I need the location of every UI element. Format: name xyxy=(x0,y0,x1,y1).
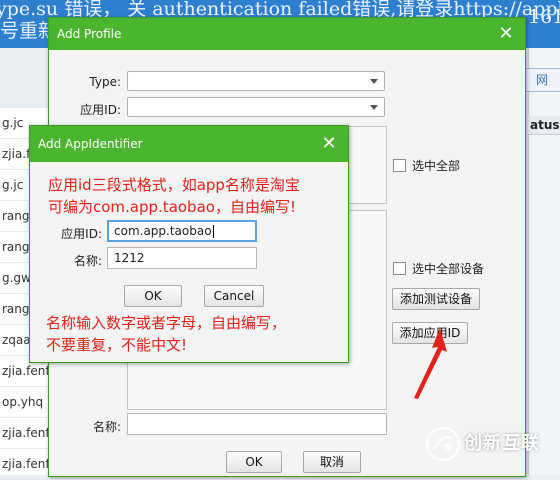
chevron-down-icon xyxy=(370,79,378,84)
identifier-name-label: 名称: xyxy=(73,254,102,268)
checkbox-box[interactable] xyxy=(393,159,406,172)
add-app-identifier-title: Add AppIdentifier xyxy=(38,137,143,151)
watermark-logo: 创新互联 xyxy=(424,422,554,466)
add-app-identifier-title-bar: Add AppIdentifier ✕ xyxy=(30,126,348,162)
list-item[interactable]: zjia.fenfe xyxy=(0,418,48,449)
profile-cancel-button[interactable]: 取消 xyxy=(303,451,361,473)
profile-name-label: 名称: xyxy=(92,420,121,434)
profile-ok-button[interactable]: OK xyxy=(226,451,282,473)
identifier-app-id-label: 应用ID: xyxy=(61,227,102,241)
select-all-devices-checkbox[interactable]: 选中全部设备 xyxy=(393,260,484,277)
banner-text-line3: 1616 xyxy=(528,6,560,28)
red-arrow-icon xyxy=(414,328,447,399)
add-app-identifier-dialog: Add AppIdentifier ✕ 应用id三段式格式，如app名称是淘宝 … xyxy=(29,125,349,363)
app-id-select[interactable] xyxy=(127,97,385,117)
chevron-down-icon xyxy=(370,105,378,110)
identifier-cancel-button[interactable]: Cancel xyxy=(204,285,264,307)
annotation-name-rule: 名称输入数字或者字母，自由编写， xyxy=(46,314,287,332)
close-icon[interactable]: ✕ xyxy=(497,18,515,50)
logo-icon xyxy=(425,426,461,462)
add-profile-title-bar: Add Profile ✕ xyxy=(49,18,525,50)
background-right-panel xyxy=(528,48,560,475)
type-select[interactable] xyxy=(127,71,385,91)
annotation-app-id-format: 应用id三段式格式，如app名称是淘宝 xyxy=(48,176,300,194)
app-id-label: 应用ID: xyxy=(80,103,121,117)
logo-text: 创新互联 xyxy=(464,433,540,454)
identifier-ok-button[interactable]: OK xyxy=(124,285,182,307)
identifier-app-id-input[interactable]: com.app.taobao xyxy=(107,220,257,242)
list-item[interactable]: zjia.fenfe xyxy=(0,449,48,480)
annotation-app-id-example: 可编为com.app.taobao，自由编写! xyxy=(48,198,296,216)
list-item[interactable]: op.yhq xyxy=(0,387,48,418)
type-label: Type: xyxy=(89,75,121,89)
identifier-name-input[interactable]: 1212 xyxy=(107,247,257,269)
select-all-checkbox[interactable]: 选中全部 xyxy=(393,157,460,174)
background-tab[interactable]: 网 xyxy=(522,68,560,92)
select-all-devices-label: 选中全部设备 xyxy=(412,262,485,276)
add-profile-title: Add Profile xyxy=(57,27,122,41)
close-icon[interactable]: ✕ xyxy=(320,126,338,162)
profile-name-input[interactable] xyxy=(127,413,387,435)
text-caret xyxy=(212,225,214,238)
annotation-name-restriction: 不要重复，不能中文! xyxy=(46,336,188,354)
checkbox-box[interactable] xyxy=(393,262,406,275)
background-status-header: atus xyxy=(528,116,560,135)
add-test-device-button[interactable]: 添加测试设备 xyxy=(392,288,480,310)
select-all-label: 选中全部 xyxy=(412,159,461,173)
